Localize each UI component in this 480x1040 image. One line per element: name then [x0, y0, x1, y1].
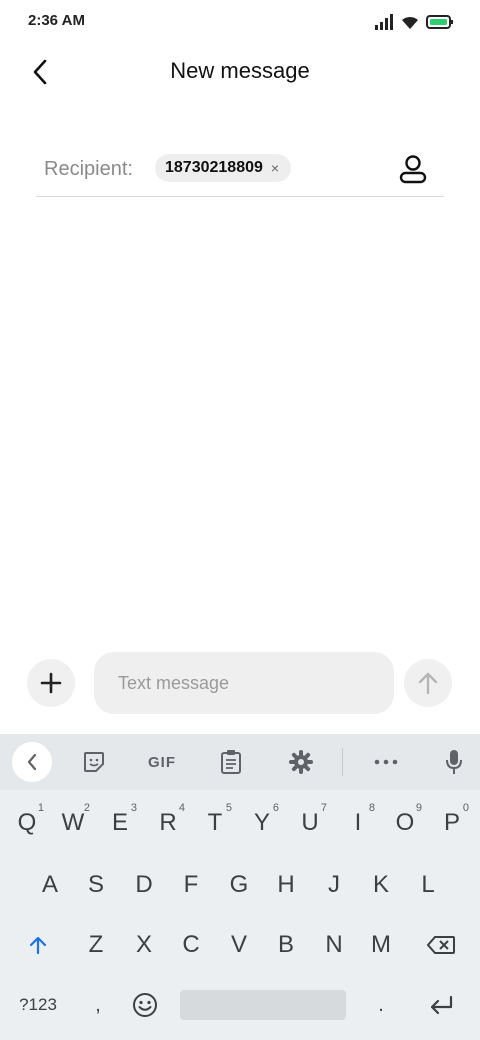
- more-icon: [374, 759, 398, 765]
- status-icons: [374, 12, 454, 32]
- emoji-key[interactable]: [122, 982, 168, 1028]
- voice-input-button[interactable]: [434, 742, 474, 782]
- person-icon: [399, 155, 427, 184]
- recipient-chip-number: 18730218809: [165, 159, 263, 176]
- gif-button[interactable]: GIF: [140, 742, 184, 782]
- symbols-key[interactable]: ?123: [10, 982, 66, 1028]
- period-key[interactable]: .: [358, 982, 404, 1028]
- key-d[interactable]: D: [121, 862, 167, 908]
- toolbar-collapse-button[interactable]: [12, 742, 52, 782]
- backspace-icon: [426, 936, 455, 954]
- sticker-icon: [84, 752, 104, 772]
- app-header: New message: [0, 44, 480, 100]
- signal-icon: [375, 14, 393, 30]
- key-i[interactable]: I8: [335, 800, 381, 846]
- key-v[interactable]: V: [216, 922, 262, 968]
- key-q[interactable]: Q1: [4, 800, 50, 846]
- recipient-label: Recipient:: [44, 158, 133, 180]
- status-bar: 2:36 AM: [0, 0, 480, 44]
- status-time: 2:36 AM: [28, 12, 85, 29]
- key-h[interactable]: H: [263, 862, 309, 908]
- shift-key[interactable]: [14, 922, 62, 968]
- key-f[interactable]: F: [168, 862, 214, 908]
- chevron-left-icon: [27, 753, 37, 771]
- emoji-icon: [133, 993, 157, 1017]
- key-y[interactable]: Y6: [239, 800, 285, 846]
- arrow-up-icon: [418, 672, 438, 695]
- key-l[interactable]: L: [405, 862, 451, 908]
- keyboard-toolbar: GIF: [0, 734, 480, 790]
- key-z[interactable]: Z: [73, 922, 119, 968]
- key-j[interactable]: J: [311, 862, 357, 908]
- key-u[interactable]: U7: [287, 800, 333, 846]
- contact-picker-button[interactable]: [396, 152, 430, 186]
- key-t[interactable]: T5: [192, 800, 238, 846]
- add-attachment-button[interactable]: [27, 659, 75, 707]
- clipboard-icon: [221, 750, 241, 774]
- key-c[interactable]: C: [168, 922, 214, 968]
- space-key[interactable]: [180, 990, 346, 1020]
- key-m[interactable]: M: [358, 922, 404, 968]
- key-a[interactable]: A: [27, 862, 73, 908]
- key-x[interactable]: X: [121, 922, 167, 968]
- key-e[interactable]: E3: [97, 800, 143, 846]
- send-button[interactable]: [404, 659, 452, 707]
- comma-key[interactable]: ,: [76, 982, 120, 1028]
- sticker-button[interactable]: [74, 742, 114, 782]
- key-n[interactable]: N: [311, 922, 357, 968]
- key-r[interactable]: R4: [145, 800, 191, 846]
- shift-arrow-icon: [29, 936, 47, 955]
- message-input[interactable]: [94, 652, 394, 714]
- soft-keyboard: GIF Q 1 W 2 E 3 R 4 T 5 Y 6 U 7 I 8 O 9 …: [0, 734, 480, 1040]
- clipboard-button[interactable]: [211, 742, 251, 782]
- enter-icon: [430, 995, 453, 1015]
- more-options-button[interactable]: [366, 742, 406, 782]
- gif-icon: GIF: [148, 753, 176, 771]
- enter-key[interactable]: [416, 982, 466, 1028]
- wifi-icon: [402, 16, 418, 29]
- key-p[interactable]: P0: [429, 800, 475, 846]
- key-s[interactable]: S: [73, 862, 119, 908]
- keyboard-settings-button[interactable]: [281, 742, 321, 782]
- mic-icon: [446, 750, 462, 774]
- key-k[interactable]: K: [358, 862, 404, 908]
- plus-icon: [40, 672, 62, 694]
- key-g[interactable]: G: [216, 862, 262, 908]
- gear-icon: [289, 750, 313, 774]
- key-w[interactable]: W2: [50, 800, 96, 846]
- backspace-key[interactable]: [416, 922, 466, 968]
- compose-bar: [0, 652, 480, 716]
- key-b[interactable]: B: [263, 922, 309, 968]
- toolbar-divider: [342, 748, 343, 776]
- key-o[interactable]: O9: [382, 800, 428, 846]
- battery-icon: [426, 15, 453, 29]
- recipient-chip[interactable]: 18730218809 ×: [155, 154, 292, 182]
- page-title: New message: [170, 58, 310, 83]
- recipient-field[interactable]: Recipient: 18730218809 ×: [36, 146, 444, 197]
- chip-remove-icon[interactable]: ×: [271, 161, 279, 175]
